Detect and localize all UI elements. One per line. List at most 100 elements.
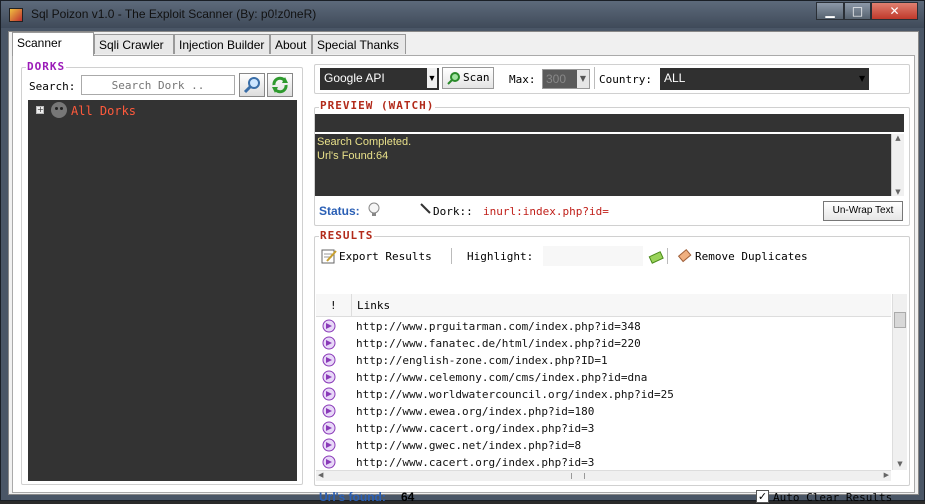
engine-select-value: Google API bbox=[324, 71, 385, 85]
hscroll-grip[interactable] bbox=[571, 473, 585, 479]
scroll-down-icon[interactable]: ▼ bbox=[892, 188, 904, 196]
table-row[interactable]: http://www.worldwatercouncil.org/index.p… bbox=[316, 386, 888, 403]
remove-duplicates-label: Remove Duplicates bbox=[695, 250, 808, 263]
preview-group-label: PREVIEW (WATCH) bbox=[319, 99, 436, 112]
tab-scanner[interactable]: Scanner bbox=[12, 32, 94, 56]
refresh-icon bbox=[272, 76, 288, 94]
tree-root-all-dorks[interactable]: All Dorks bbox=[71, 104, 136, 118]
arrow-right-icon bbox=[322, 387, 336, 401]
search-label: Search: bbox=[29, 80, 76, 93]
export-icon bbox=[321, 249, 337, 264]
status-label: Status: bbox=[319, 204, 360, 218]
tab-about[interactable]: About bbox=[270, 34, 312, 54]
scroll-right-icon[interactable]: ▶ bbox=[884, 471, 889, 479]
remove-duplicates-button[interactable]: Remove Duplicates bbox=[675, 245, 823, 267]
magnifier-icon bbox=[243, 77, 260, 94]
results-vertical-scrollbar[interactable]: ▼ bbox=[892, 294, 907, 470]
scroll-thumb[interactable] bbox=[894, 312, 906, 328]
scan-icon bbox=[447, 72, 460, 85]
results-group-label: RESULTS bbox=[319, 229, 375, 242]
preview-log[interactable]: Search Completed. Url's Found:64 bbox=[315, 134, 891, 196]
search-dork-button[interactable] bbox=[239, 73, 265, 97]
table-row[interactable]: http://www.prguitarman.com/index.php?id=… bbox=[316, 318, 888, 335]
toolbar-divider bbox=[594, 67, 595, 89]
dork-label: Dork:: bbox=[433, 205, 473, 218]
export-results-label: Export Results bbox=[339, 250, 432, 263]
title-bar[interactable]: Sql Poizon v1.0 - The Exploit Scanner (B… bbox=[1, 1, 924, 28]
unwrap-text-button[interactable]: Un-Wrap Text bbox=[823, 201, 903, 221]
urls-found-count: 64 bbox=[401, 490, 415, 504]
link-cell[interactable]: http://www.ewea.org/index.php?id=180 bbox=[356, 405, 594, 418]
results-horizontal-scrollbar[interactable]: ◀ ▶ bbox=[316, 470, 891, 481]
link-cell[interactable]: http://www.fanatec.de/html/index.php?id=… bbox=[356, 337, 641, 350]
dorks-tree[interactable]: + All Dorks bbox=[28, 100, 297, 481]
export-results-button[interactable]: Export Results bbox=[319, 245, 443, 267]
column-header-flag[interactable]: ! bbox=[330, 299, 337, 312]
column-header-links[interactable]: Links bbox=[357, 299, 390, 312]
max-label: Max: bbox=[509, 73, 536, 86]
arrow-right-icon bbox=[322, 404, 336, 418]
arrow-right-icon bbox=[322, 353, 336, 367]
scan-button[interactable]: Scan bbox=[442, 67, 494, 89]
current-dork-value: inurl:index.php?id= bbox=[483, 205, 609, 218]
scroll-up-icon[interactable]: ▲ bbox=[892, 134, 904, 142]
table-row[interactable]: http://www.fanatec.de/html/index.php?id=… bbox=[316, 335, 888, 352]
urls-found-label: Url's found: bbox=[319, 490, 386, 504]
link-cell[interactable]: http://www.worldwatercouncil.org/index.p… bbox=[356, 388, 674, 401]
minimize-button[interactable]: ▁ bbox=[816, 2, 844, 20]
auto-clear-label: Auto Clear Results bbox=[773, 491, 893, 504]
results-toolbar-divider-2 bbox=[667, 248, 668, 264]
link-cell[interactable]: http://www.cacert.org/index.php?id=3 bbox=[356, 422, 594, 435]
highlight-input[interactable] bbox=[543, 246, 643, 266]
country-select[interactable]: ALL bbox=[660, 68, 869, 90]
scroll-down-icon[interactable]: ▼ bbox=[893, 460, 907, 468]
preview-log-scrollbar[interactable]: ▲ ▼ bbox=[891, 134, 904, 196]
log-line-1: Search Completed. bbox=[317, 136, 412, 148]
close-button[interactable]: ✕ bbox=[871, 2, 918, 20]
table-row[interactable]: http://english-zone.com/index.php?ID=1 bbox=[316, 352, 888, 369]
table-row[interactable]: http://www.gwec.net/index.php?id=8 bbox=[316, 437, 888, 454]
dorks-group-label: DORKS bbox=[26, 60, 67, 73]
engine-select[interactable]: Google API ▼ bbox=[320, 68, 439, 90]
scan-label: Scan bbox=[463, 71, 490, 84]
table-row[interactable]: http://www.cacert.org/index.php?id=3 bbox=[316, 420, 888, 437]
auto-clear-checkbox[interactable]: ✓ bbox=[756, 490, 769, 503]
tab-sqli-crawler[interactable]: Sqli Crawler bbox=[94, 34, 174, 54]
link-cell[interactable]: http://www.celemony.com/cms/index.php?id… bbox=[356, 371, 647, 384]
tree-expand-icon[interactable]: + bbox=[36, 106, 44, 114]
search-dork-input[interactable] bbox=[81, 75, 235, 95]
country-chevron-down-icon[interactable]: ▼ bbox=[859, 74, 865, 83]
highlighter-icon[interactable] bbox=[647, 249, 665, 265]
tab-injection-builder[interactable]: Injection Builder bbox=[174, 34, 270, 54]
lightbulb-icon bbox=[368, 202, 380, 216]
table-row[interactable]: http://www.ewea.org/index.php?id=180 bbox=[316, 403, 888, 420]
link-cell[interactable]: http://www.cacert.org/index.php?id=3 bbox=[356, 456, 594, 469]
refresh-dorks-button[interactable] bbox=[267, 73, 293, 97]
max-results-input[interactable]: 300 ▼ bbox=[542, 69, 590, 89]
chevron-down-icon: ▼ bbox=[427, 68, 437, 88]
column-divider[interactable] bbox=[351, 294, 352, 316]
link-cell[interactable]: http://www.gwec.net/index.php?id=8 bbox=[356, 439, 581, 452]
results-table-header: ! Links bbox=[316, 294, 891, 317]
arrow-right-icon bbox=[322, 421, 336, 435]
spinner-arrow-icon[interactable]: ▼ bbox=[577, 70, 589, 88]
results-table: ! Links http://www.prguitarman.com/index… bbox=[316, 294, 891, 470]
eraser-icon bbox=[677, 249, 692, 263]
app-icon bbox=[9, 8, 23, 22]
app-window: Sql Poizon v1.0 - The Exploit Scanner (B… bbox=[0, 0, 925, 504]
scroll-left-icon[interactable]: ◀ bbox=[318, 471, 323, 479]
arrow-right-icon bbox=[322, 336, 336, 350]
link-cell[interactable]: http://www.prguitarman.com/index.php?id=… bbox=[356, 320, 641, 333]
table-row[interactable]: http://www.celemony.com/cms/index.php?id… bbox=[316, 369, 888, 386]
tab-special-thanks[interactable]: Special Thanks bbox=[312, 34, 406, 54]
preview-url-bar[interactable] bbox=[315, 114, 904, 132]
highlight-label: Highlight: bbox=[467, 250, 534, 263]
table-row[interactable]: http://www.cacert.org/index.php?id=3 bbox=[316, 454, 888, 470]
scanner-tab-body: DORKS Search: + All Dorks Google API bbox=[12, 55, 915, 504]
link-cell[interactable]: http://english-zone.com/index.php?ID=1 bbox=[356, 354, 608, 367]
max-results-value: 300 bbox=[546, 72, 567, 86]
arrow-right-icon bbox=[322, 455, 336, 469]
results-toolbar: Export Results Highlight: Remove Duplica… bbox=[319, 244, 819, 268]
country-select-value: ALL bbox=[664, 71, 686, 85]
maximize-button[interactable]: □ bbox=[844, 2, 871, 20]
